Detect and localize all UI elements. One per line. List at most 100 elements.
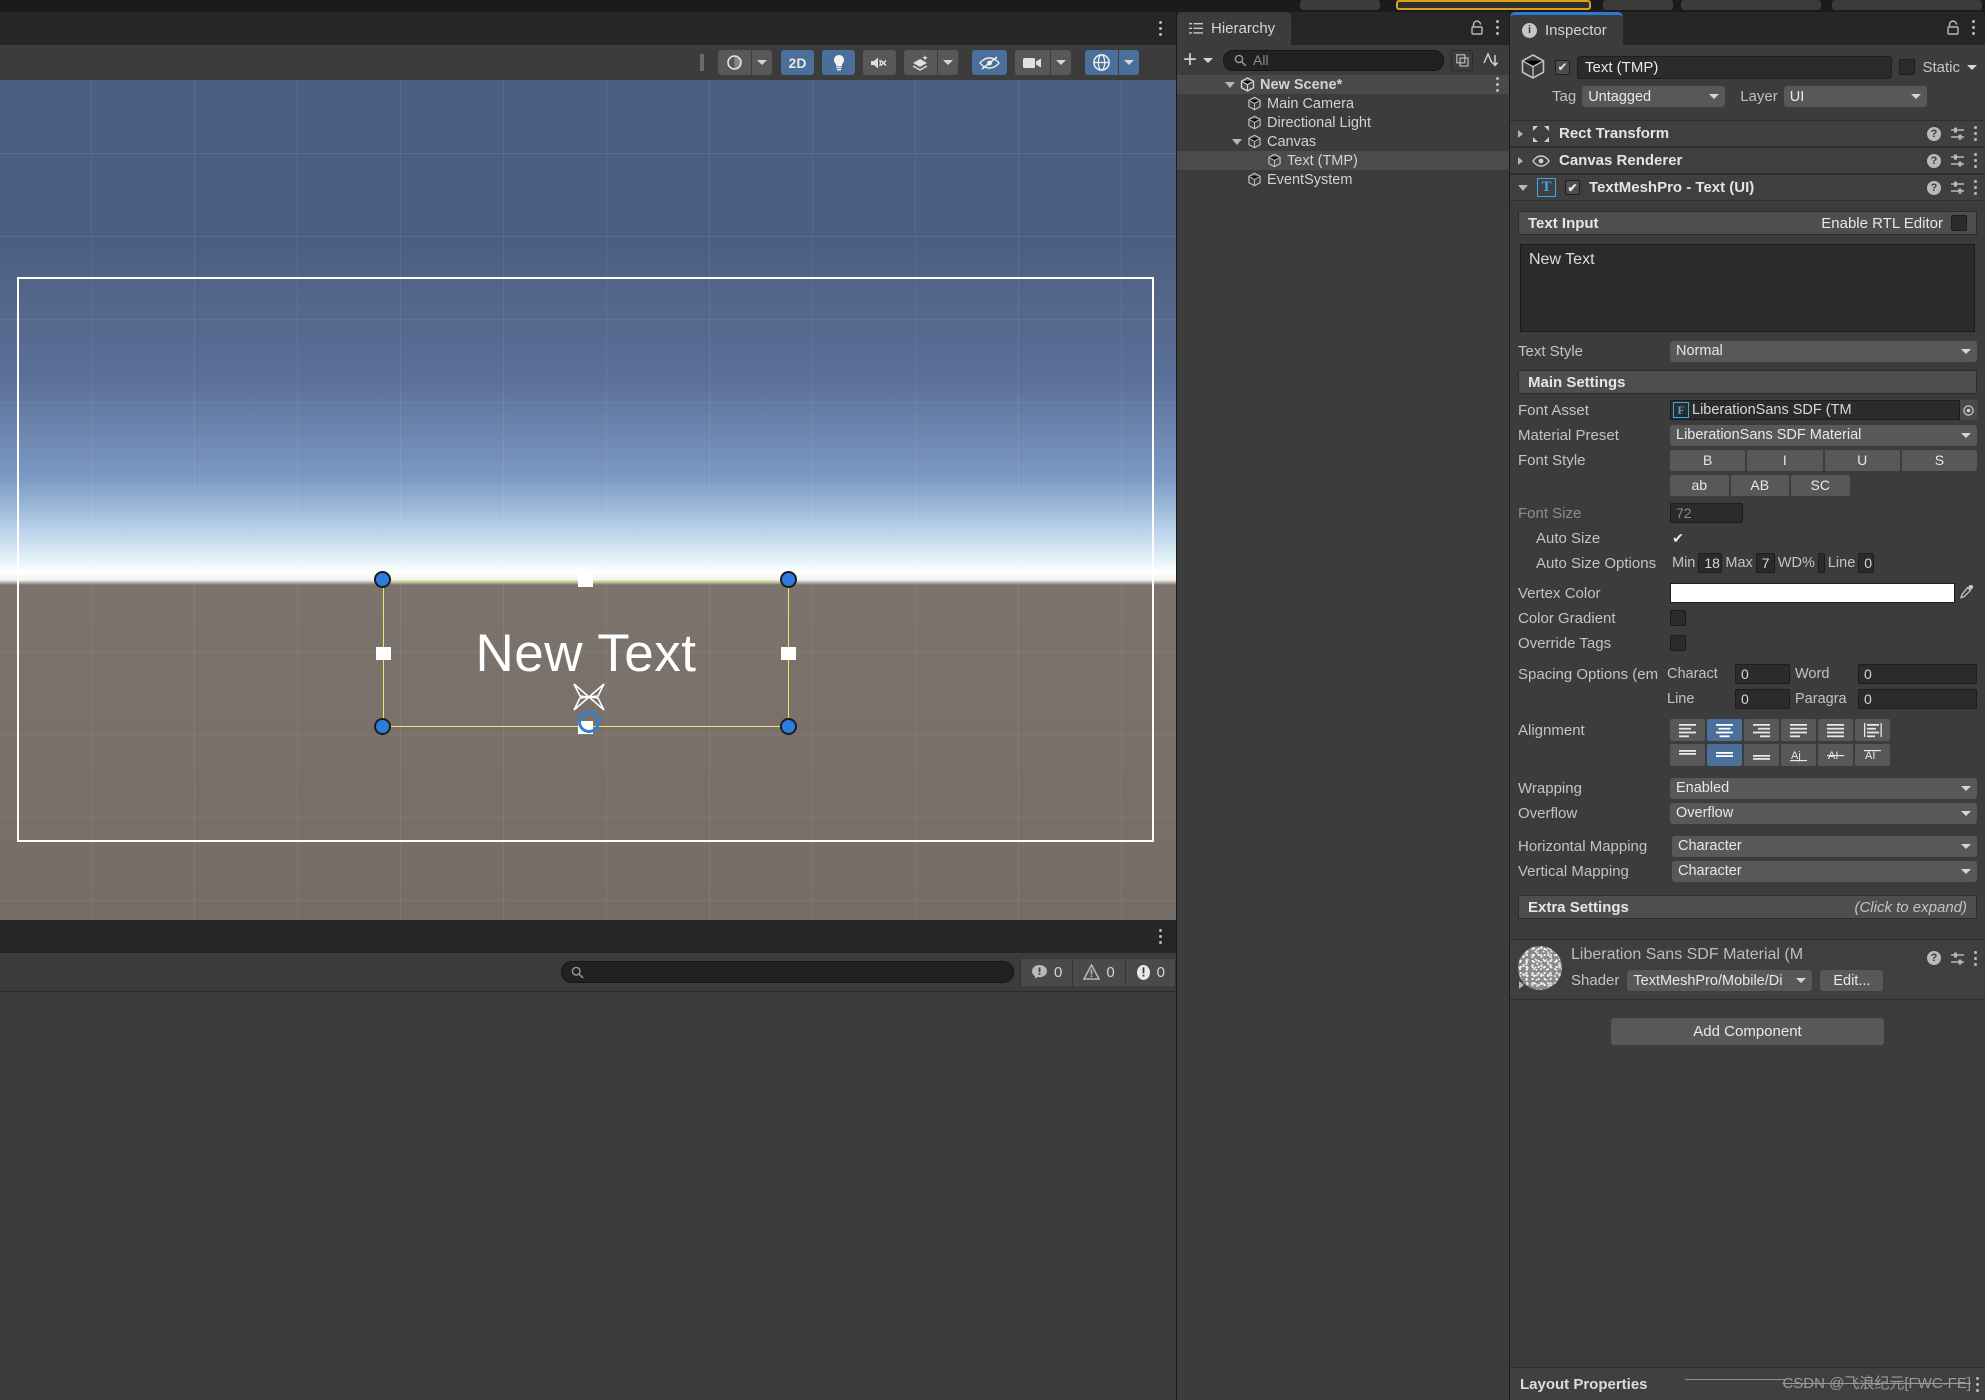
spacing-word-input[interactable]: 0 — [1858, 664, 1977, 684]
align-center-button[interactable] — [1707, 719, 1742, 741]
scene-viewport[interactable]: New Text — [0, 80, 1176, 920]
valign-bottom-button[interactable] — [1744, 744, 1779, 766]
font-asset-picker-icon[interactable] — [1960, 400, 1977, 420]
toolbar-grip[interactable] — [700, 54, 704, 71]
toolbar-pill-4[interactable] — [1832, 0, 1982, 10]
preset-icon[interactable] — [1950, 180, 1965, 195]
toolbar-pill-3[interactable] — [1681, 0, 1821, 10]
vertical-mapping-dropdown[interactable]: Character — [1672, 860, 1977, 882]
lightbulb-icon[interactable] — [822, 50, 855, 75]
component-menu-icon[interactable] — [1974, 179, 1977, 197]
main-settings-header[interactable]: Main Settings — [1518, 370, 1977, 394]
hierarchy-tree[interactable]: New Scene* Main Camera Directional Light… — [1177, 75, 1509, 1400]
search-filter-button[interactable] — [1451, 49, 1473, 71]
preset-icon[interactable] — [1950, 126, 1965, 141]
valign-capline-button[interactable]: AI — [1855, 744, 1890, 766]
font-style-smallcaps-button[interactable]: SC — [1791, 474, 1850, 496]
component-canvas-renderer[interactable]: Canvas Renderer ? — [1510, 147, 1985, 174]
static-checkbox[interactable] — [1899, 59, 1916, 75]
help-icon[interactable]: ? — [1927, 153, 1941, 168]
console-error-count[interactable]: 0 — [1124, 958, 1176, 986]
layout-properties-kebab-icon[interactable] — [1976, 1375, 1979, 1393]
console-kebab-icon[interactable] — [1159, 927, 1162, 945]
pivot-point-gizmo[interactable] — [578, 711, 600, 733]
scene-view-kebab-icon[interactable] — [1159, 19, 1162, 37]
valign-top-button[interactable] — [1670, 744, 1705, 766]
component-menu-icon[interactable] — [1974, 152, 1977, 170]
preset-icon[interactable] — [1950, 951, 1965, 966]
expand-arrow-icon[interactable] — [1518, 184, 1528, 191]
hierarchy-row-directional-light[interactable]: Directional Light — [1177, 113, 1509, 132]
font-style-uppercase-button[interactable]: AB — [1730, 474, 1789, 496]
gizmos-icon[interactable] — [1085, 50, 1118, 75]
hierarchy-row-canvas[interactable]: Canvas — [1177, 132, 1509, 151]
material-menu-icon[interactable] — [1974, 949, 1977, 967]
console-message-list[interactable] — [0, 991, 1176, 1400]
text-content-textarea[interactable]: New Text — [1520, 244, 1975, 332]
hidden-objects-icon[interactable] — [972, 50, 1007, 75]
valign-midline-button[interactable]: AI — [1818, 744, 1853, 766]
align-right-button[interactable] — [1744, 719, 1779, 741]
vertex-color-swatch[interactable] — [1670, 583, 1955, 603]
auto-wd-input[interactable] — [1817, 553, 1825, 573]
hierarchy-row-scene[interactable]: New Scene* — [1177, 75, 1509, 94]
expand-arrow-icon[interactable] — [1518, 156, 1523, 165]
hierarchy-search-input[interactable]: All — [1223, 49, 1444, 71]
auto-size-checkbox[interactable]: ✔ — [1670, 530, 1686, 546]
text-input-header[interactable]: Text Input Enable RTL Editor — [1518, 211, 1977, 235]
console-warning-count[interactable]: 0 — [1072, 958, 1125, 986]
shading-mode-dropdown-icon[interactable] — [752, 50, 772, 75]
font-style-strikethrough-button[interactable]: S — [1901, 449, 1977, 471]
hierarchy-kebab-icon[interactable] — [1496, 18, 1499, 36]
align-geometry-button[interactable] — [1855, 719, 1890, 741]
hierarchy-row-eventsystem[interactable]: EventSystem — [1177, 170, 1509, 189]
console-log-count[interactable]: 0 — [1019, 958, 1073, 986]
audio-mute-icon[interactable] — [863, 50, 896, 75]
expand-arrow-icon[interactable] — [1519, 981, 1524, 989]
font-style-bold-button[interactable]: B — [1670, 449, 1746, 471]
help-icon[interactable]: ? — [1927, 126, 1941, 141]
toolbar-pill-2[interactable] — [1603, 0, 1673, 10]
effects-icon[interactable] — [904, 50, 937, 75]
help-icon[interactable]: ? — [1927, 951, 1941, 965]
material-preset-dropdown[interactable]: LiberationSans SDF Material — [1670, 424, 1977, 446]
auto-line-input[interactable]: 0 — [1858, 553, 1875, 573]
toggle-2d-button[interactable]: 2D — [781, 50, 814, 75]
spacing-line-input[interactable]: 0 — [1735, 689, 1790, 709]
auto-min-input[interactable]: 18 — [1698, 553, 1723, 573]
create-object-dropdown-icon[interactable] — [1203, 57, 1214, 63]
font-asset-field[interactable]: F LiberationSans SDF (TM — [1670, 400, 1960, 420]
auto-max-input[interactable]: 7 — [1755, 553, 1775, 573]
scene-camera-icon[interactable] — [1015, 50, 1050, 75]
effects-dropdown-icon[interactable] — [938, 50, 958, 75]
inspector-kebab-icon[interactable] — [1972, 18, 1975, 36]
wrapping-dropdown[interactable]: Enabled — [1670, 777, 1977, 799]
override-tags-checkbox[interactable] — [1670, 635, 1686, 651]
add-component-button[interactable]: Add Component — [1611, 1018, 1884, 1045]
layer-dropdown[interactable]: UI — [1783, 86, 1927, 107]
align-justified-button[interactable] — [1781, 719, 1816, 741]
component-rect-transform[interactable]: Rect Transform ? — [1510, 120, 1985, 147]
valign-middle-button[interactable] — [1707, 744, 1742, 766]
font-style-lowercase-button[interactable]: ab — [1670, 474, 1729, 496]
object-name-input[interactable]: Text (TMP) — [1577, 55, 1893, 79]
tag-dropdown[interactable]: Untagged — [1582, 86, 1726, 107]
valign-baseline-button[interactable]: Aj — [1781, 744, 1816, 766]
shader-edit-button[interactable]: Edit... — [1820, 970, 1884, 991]
font-style-italic-button[interactable]: I — [1747, 449, 1823, 471]
expand-arrow-icon[interactable] — [1518, 129, 1523, 138]
font-style-underline-button[interactable]: U — [1824, 449, 1900, 471]
eyedropper-icon[interactable] — [1955, 584, 1977, 603]
hierarchy-row-main-camera[interactable]: Main Camera — [1177, 94, 1509, 113]
shading-mode-icon[interactable] — [718, 50, 751, 75]
scene-camera-dropdown-icon[interactable] — [1051, 50, 1071, 75]
component-menu-icon[interactable] — [1974, 125, 1977, 143]
lock-icon[interactable] — [1946, 19, 1960, 35]
component-textmeshpro-text[interactable]: T ✔ TextMeshPro - Text (UI) ? — [1510, 174, 1985, 201]
lock-icon[interactable] — [1470, 19, 1484, 35]
console-search-input[interactable] — [560, 961, 1014, 983]
layout-properties-footer[interactable]: Layout Properties CSDN @飞浪纪元[FWC-FE] — [1510, 1367, 1985, 1400]
text-style-dropdown[interactable]: Normal — [1670, 340, 1977, 362]
component-enabled-checkbox[interactable]: ✔ — [1565, 180, 1580, 195]
align-flush-button[interactable] — [1818, 719, 1853, 741]
